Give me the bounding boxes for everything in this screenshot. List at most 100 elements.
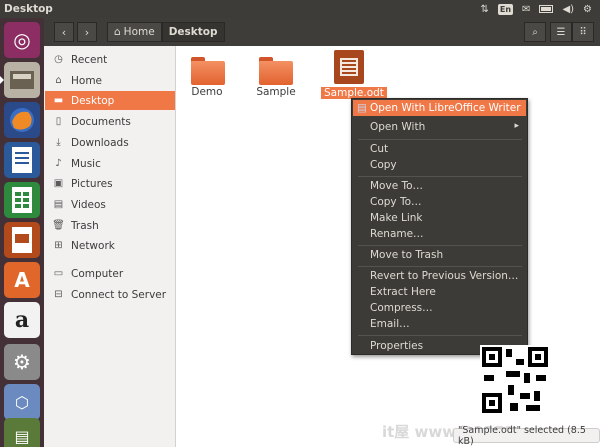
sidebar-item-label: Connect to Server [71, 288, 167, 301]
sidebar-item-music[interactable]: ♪ Music [45, 154, 175, 173]
sidebar-item-trash[interactable]: 🗑 Trash [45, 216, 175, 235]
writer-doc-icon: ▤ [357, 102, 367, 114]
sidebar-item-desktop[interactable]: ▬ Desktop [45, 91, 175, 110]
menu-item-open-with-writer[interactable]: ▤ Open With LibreOffice Writer [353, 100, 526, 116]
folder-icon[interactable] [191, 57, 225, 85]
sidebar-item-label: Videos [71, 198, 106, 211]
sidebar-item-label: Documents [71, 115, 131, 128]
file-label[interactable]: Demo [177, 86, 237, 98]
sidebar-item-connect-to-server[interactable]: ⊟ Connect to Server [45, 285, 175, 304]
menu-item-extract-here[interactable]: Extract Here [370, 286, 436, 298]
menu-item-properties[interactable]: Properties [370, 340, 423, 352]
system-settings-icon[interactable]: ⚙ [4, 344, 40, 380]
sidebar-item-home[interactable]: ⌂ Home [45, 71, 175, 90]
documents-icon: ▯ [55, 116, 62, 127]
menu-separator [358, 335, 522, 336]
sidebar-item-documents[interactable]: ▯ Documents [45, 112, 175, 131]
keyboard-layout-indicator[interactable]: En [497, 3, 514, 15]
forward-button[interactable]: › [77, 22, 97, 42]
back-button[interactable]: ‹ [54, 22, 74, 42]
libreoffice-writer-icon[interactable] [4, 142, 40, 178]
battery-icon[interactable] [539, 5, 554, 13]
menu-separator [358, 266, 522, 267]
home-icon: ⌂ [114, 26, 121, 38]
nautilus-toolbar: ‹ › ⌂ Home Desktop ⌕ ☰ ⠿ [44, 18, 600, 46]
menu-item-label: Open With LibreOffice Writer [370, 102, 521, 114]
home-icon: ⌂ [55, 75, 62, 86]
menu-item-move-to[interactable]: Move To… [370, 180, 423, 192]
grid-view-button[interactable]: ⠿ [572, 22, 594, 42]
sidebar-item-label: Home [71, 74, 103, 87]
menu-item-make-link[interactable]: Make Link [370, 212, 423, 224]
folder-icon[interactable] [259, 57, 293, 85]
odt-document-icon[interactable] [334, 50, 364, 84]
libreoffice-impress-icon[interactable] [4, 222, 40, 258]
sidebar-item-pictures[interactable]: ▣ Pictures [45, 174, 175, 193]
menu-item-copy[interactable]: Copy [370, 159, 397, 171]
sidebar-item-label: Recent [71, 53, 108, 66]
file-label[interactable]: Sample [246, 86, 306, 98]
files-icon[interactable] [0, 62, 40, 98]
list-icon: ☰ [556, 26, 566, 38]
window-title: Desktop [4, 3, 53, 15]
menu-separator [358, 176, 522, 177]
network-icon: ⊞ [54, 240, 63, 251]
trash-icon: 🗑 [52, 220, 65, 231]
clock-icon: ◷ [54, 54, 63, 65]
mail-icon[interactable]: ✉ [522, 4, 530, 15]
qr-code-watermark [480, 345, 550, 415]
top-panel: Desktop ⇅ En ✉ ◀) ⚙ [0, 0, 600, 18]
amazon-icon[interactable]: a [4, 302, 40, 338]
software-center-icon[interactable]: A [4, 262, 40, 298]
menu-item-move-to-trash[interactable]: Move to Trash [370, 249, 443, 261]
menu-item-compress[interactable]: Compress… [370, 302, 433, 314]
sidebar-item-label: Desktop [71, 94, 115, 107]
computer-icon: ▭ [53, 268, 64, 279]
breadcrumb-home-label: Home [123, 26, 155, 38]
list-view-button[interactable]: ☰ [550, 22, 572, 42]
download-icon: ⤓ [56, 137, 61, 148]
menu-item-rename[interactable]: Rename… [370, 228, 424, 240]
sidebar-item-computer[interactable]: ▭ Computer [45, 264, 175, 283]
sidebar-item-label: Downloads [71, 136, 129, 149]
power-gear-icon[interactable]: ⚙ [583, 4, 592, 15]
pictures-icon: ▣ [53, 178, 64, 189]
firefox-icon[interactable] [4, 102, 40, 138]
launcher: ◎ A a ⚙ ⬡ ▤ [0, 18, 44, 447]
sidebar-item-label: Pictures [71, 177, 113, 190]
menu-item-cut[interactable]: Cut [370, 143, 388, 155]
menu-item-email[interactable]: Email… [370, 318, 410, 330]
context-menu: ▤ Open With LibreOffice Writer Open With… [351, 98, 528, 355]
sidebar-item-downloads[interactable]: ⤓ Downloads [45, 133, 175, 152]
desktop-folder-icon: ▬ [53, 95, 64, 106]
system-tray: ⇅ En ✉ ◀) ⚙ [480, 3, 592, 15]
sidebar-item-label: Computer [71, 267, 124, 280]
grid-icon: ⠿ [579, 26, 587, 38]
sidebar-item-label: Music [71, 157, 101, 170]
places-sidebar: ◷ Recent ⌂ Home ▬ Desktop ▯ Documents ⤓ Downl… [44, 46, 176, 447]
search-icon: ⌕ [532, 26, 538, 38]
sidebar-item-label: Trash [71, 219, 99, 232]
breadcrumb-desktop[interactable]: Desktop [161, 22, 225, 42]
volume-icon[interactable]: ◀) [562, 4, 574, 15]
search-button[interactable]: ⌕ [524, 22, 546, 42]
menu-item-open-with[interactable]: Open With [370, 121, 425, 133]
music-icon: ♪ [55, 158, 62, 169]
videos-icon: ▤ [53, 199, 64, 210]
breadcrumb-home[interactable]: ⌂ Home [107, 22, 162, 42]
sidebar-item-recent[interactable]: ◷ Recent [45, 50, 175, 69]
network-transfer-icon[interactable]: ⇅ [480, 4, 488, 15]
sidebar-item-label: Network [71, 239, 115, 252]
menu-item-copy-to[interactable]: Copy To… [370, 196, 422, 208]
menu-separator [358, 245, 522, 246]
sidebar-item-network[interactable]: ⊞ Network [45, 236, 175, 255]
submenu-arrow-icon: ▸ [514, 121, 519, 131]
sidebar-item-videos[interactable]: ▤ Videos [45, 195, 175, 214]
menu-item-revert[interactable]: Revert to Previous Version… [370, 270, 518, 282]
trash-launcher-icon[interactable]: ▤ [4, 418, 40, 447]
workspace-switcher-icon[interactable]: ⬡ [4, 384, 40, 420]
libreoffice-calc-icon[interactable] [4, 182, 40, 218]
dash-home-icon[interactable]: ◎ [4, 22, 40, 58]
server-icon: ⊟ [54, 289, 63, 300]
menu-separator [358, 139, 522, 140]
